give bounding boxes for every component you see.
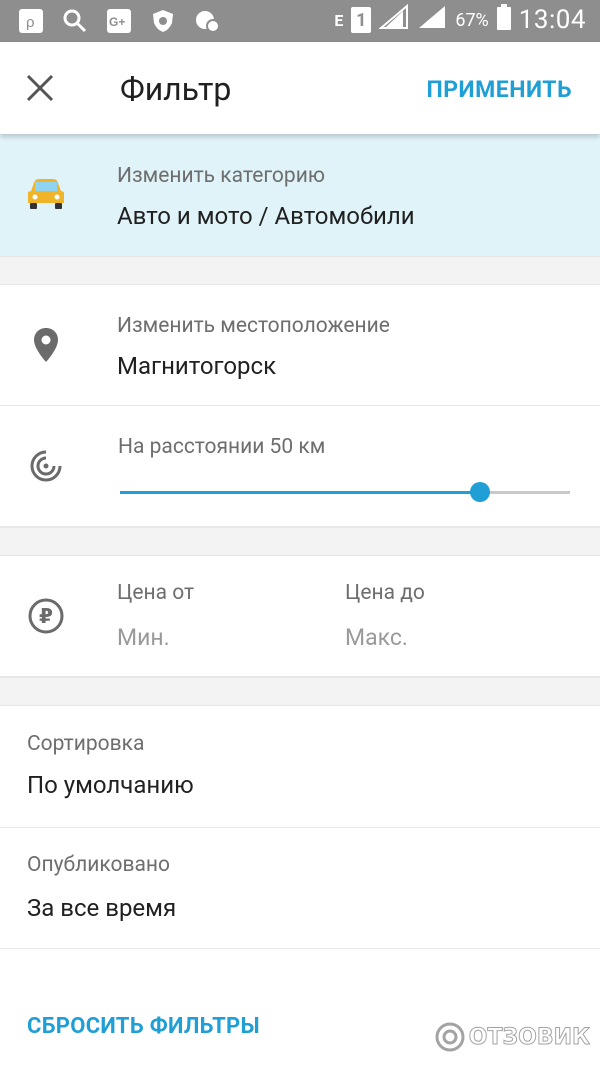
- radius-icon: [24, 444, 68, 488]
- sort-value: По умолчанию: [27, 771, 194, 799]
- signal-icon: [378, 3, 409, 36]
- car-icon: [24, 172, 68, 216]
- location-pin-icon: [24, 323, 68, 367]
- slider-thumb[interactable]: [470, 482, 490, 502]
- svg-text:G+: G+: [109, 15, 125, 29]
- published-value: За все время: [27, 894, 177, 922]
- location-row[interactable]: Изменить местоположение Магнитогорск: [0, 285, 600, 406]
- apply-button[interactable]: ПРИМЕНИТЬ: [426, 76, 572, 103]
- category-row[interactable]: Изменить категорию Авто и мото / Автомоб…: [0, 134, 600, 256]
- price-to-label: Цена до: [345, 581, 425, 605]
- signal-icon-2: [417, 4, 447, 36]
- price-to-input[interactable]: Макс.: [345, 624, 408, 651]
- section-divider: [0, 527, 600, 556]
- sort-label: Сортировка: [27, 732, 145, 756]
- sort-row[interactable]: Сортировка По умолчанию: [0, 706, 600, 828]
- svg-text:₽: ₽: [39, 604, 53, 628]
- reset-filters-button[interactable]: СБРОСИТЬ ФИЛЬТРЫ: [27, 1014, 260, 1039]
- search-icon: [60, 6, 90, 36]
- section-divider: [0, 256, 600, 285]
- category-value: Авто и мото / Автомобили: [117, 202, 415, 230]
- ruble-icon: ₽: [24, 594, 68, 638]
- slider-fill: [120, 491, 480, 494]
- clock: 13:04: [518, 5, 586, 35]
- shield-icon: [148, 6, 178, 36]
- battery-percent: 67%: [455, 9, 489, 31]
- distance-slider[interactable]: [120, 482, 570, 502]
- chat-icon: [192, 6, 222, 36]
- app-notification-icon: ρ: [16, 6, 46, 36]
- page-title: Фильтр: [120, 70, 232, 108]
- location-label: Изменить местоположение: [117, 314, 390, 338]
- system-status: E 1 67% 13:04: [334, 3, 586, 36]
- toolbar: Фильтр ПРИМЕНИТЬ: [0, 42, 600, 134]
- section-divider: [0, 677, 600, 706]
- price-row: ₽ Цена от Мин. Цена до Макс.: [0, 556, 600, 677]
- location-value: Магнитогорск: [117, 352, 277, 380]
- watermark-logo: ОТЗОВИК: [435, 1022, 591, 1052]
- watermark-text: ОТЗОВИК: [468, 1024, 590, 1050]
- google-plus-icon: G+: [104, 6, 134, 36]
- battery-icon: [496, 4, 511, 36]
- status-bar: ρ G+ E 1 67% 13:04: [0, 0, 600, 42]
- notification-icons: ρ G+: [16, 6, 222, 36]
- distance-label: На расстоянии 50 км: [118, 435, 326, 459]
- price-from-label: Цена от: [117, 581, 195, 605]
- published-row[interactable]: Опубликовано За все время: [0, 828, 600, 949]
- price-from-input[interactable]: Мин.: [117, 624, 170, 651]
- published-label: Опубликовано: [27, 853, 171, 877]
- category-label: Изменить категорию: [117, 164, 325, 188]
- svg-text:ρ: ρ: [26, 14, 35, 31]
- distance-row: На расстоянии 50 км: [0, 406, 600, 527]
- network-type-label: E: [334, 10, 344, 30]
- close-icon[interactable]: [20, 68, 60, 108]
- sim-icon: 1: [351, 7, 372, 33]
